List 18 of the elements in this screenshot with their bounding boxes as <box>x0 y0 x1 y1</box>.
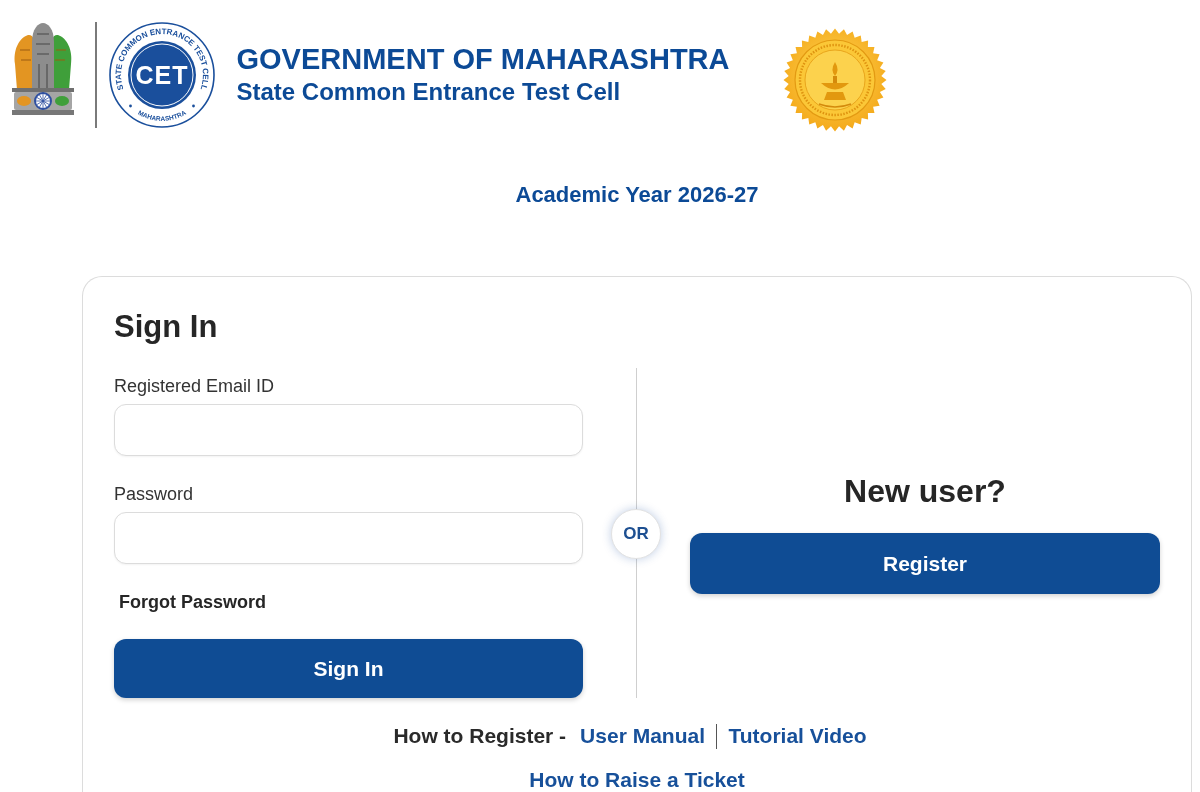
forgot-password-link[interactable]: Forgot Password <box>119 592 266 612</box>
logo-text: CET <box>135 61 188 89</box>
help-link[interactable]: Tutorial Video <box>728 723 867 749</box>
new-user-heading: New user? <box>844 472 1006 510</box>
field-label: Registered Email ID <box>114 375 275 397</box>
academic-year: Academic Year 2026-27 <box>515 182 759 207</box>
sign-in-heading: Sign In <box>114 309 218 345</box>
input-field[interactable] <box>114 512 583 564</box>
site-title: GOVERNMENT OF MAHARASHTRA <box>236 42 730 76</box>
input-field[interactable] <box>114 404 583 456</box>
field-label: Password <box>114 483 194 505</box>
register-button[interactable]: Register <box>690 533 1160 594</box>
ticket-help-link[interactable]: How to Raise a Ticket <box>529 768 745 791</box>
sign-in-button[interactable]: Sign In <box>114 639 583 698</box>
help-text: How to Register - <box>393 723 567 749</box>
site-subtitle: State Common Entrance Test Cell <box>236 77 621 107</box>
or-label: OR <box>611 509 661 559</box>
help-link[interactable]: User Manual <box>580 723 705 749</box>
